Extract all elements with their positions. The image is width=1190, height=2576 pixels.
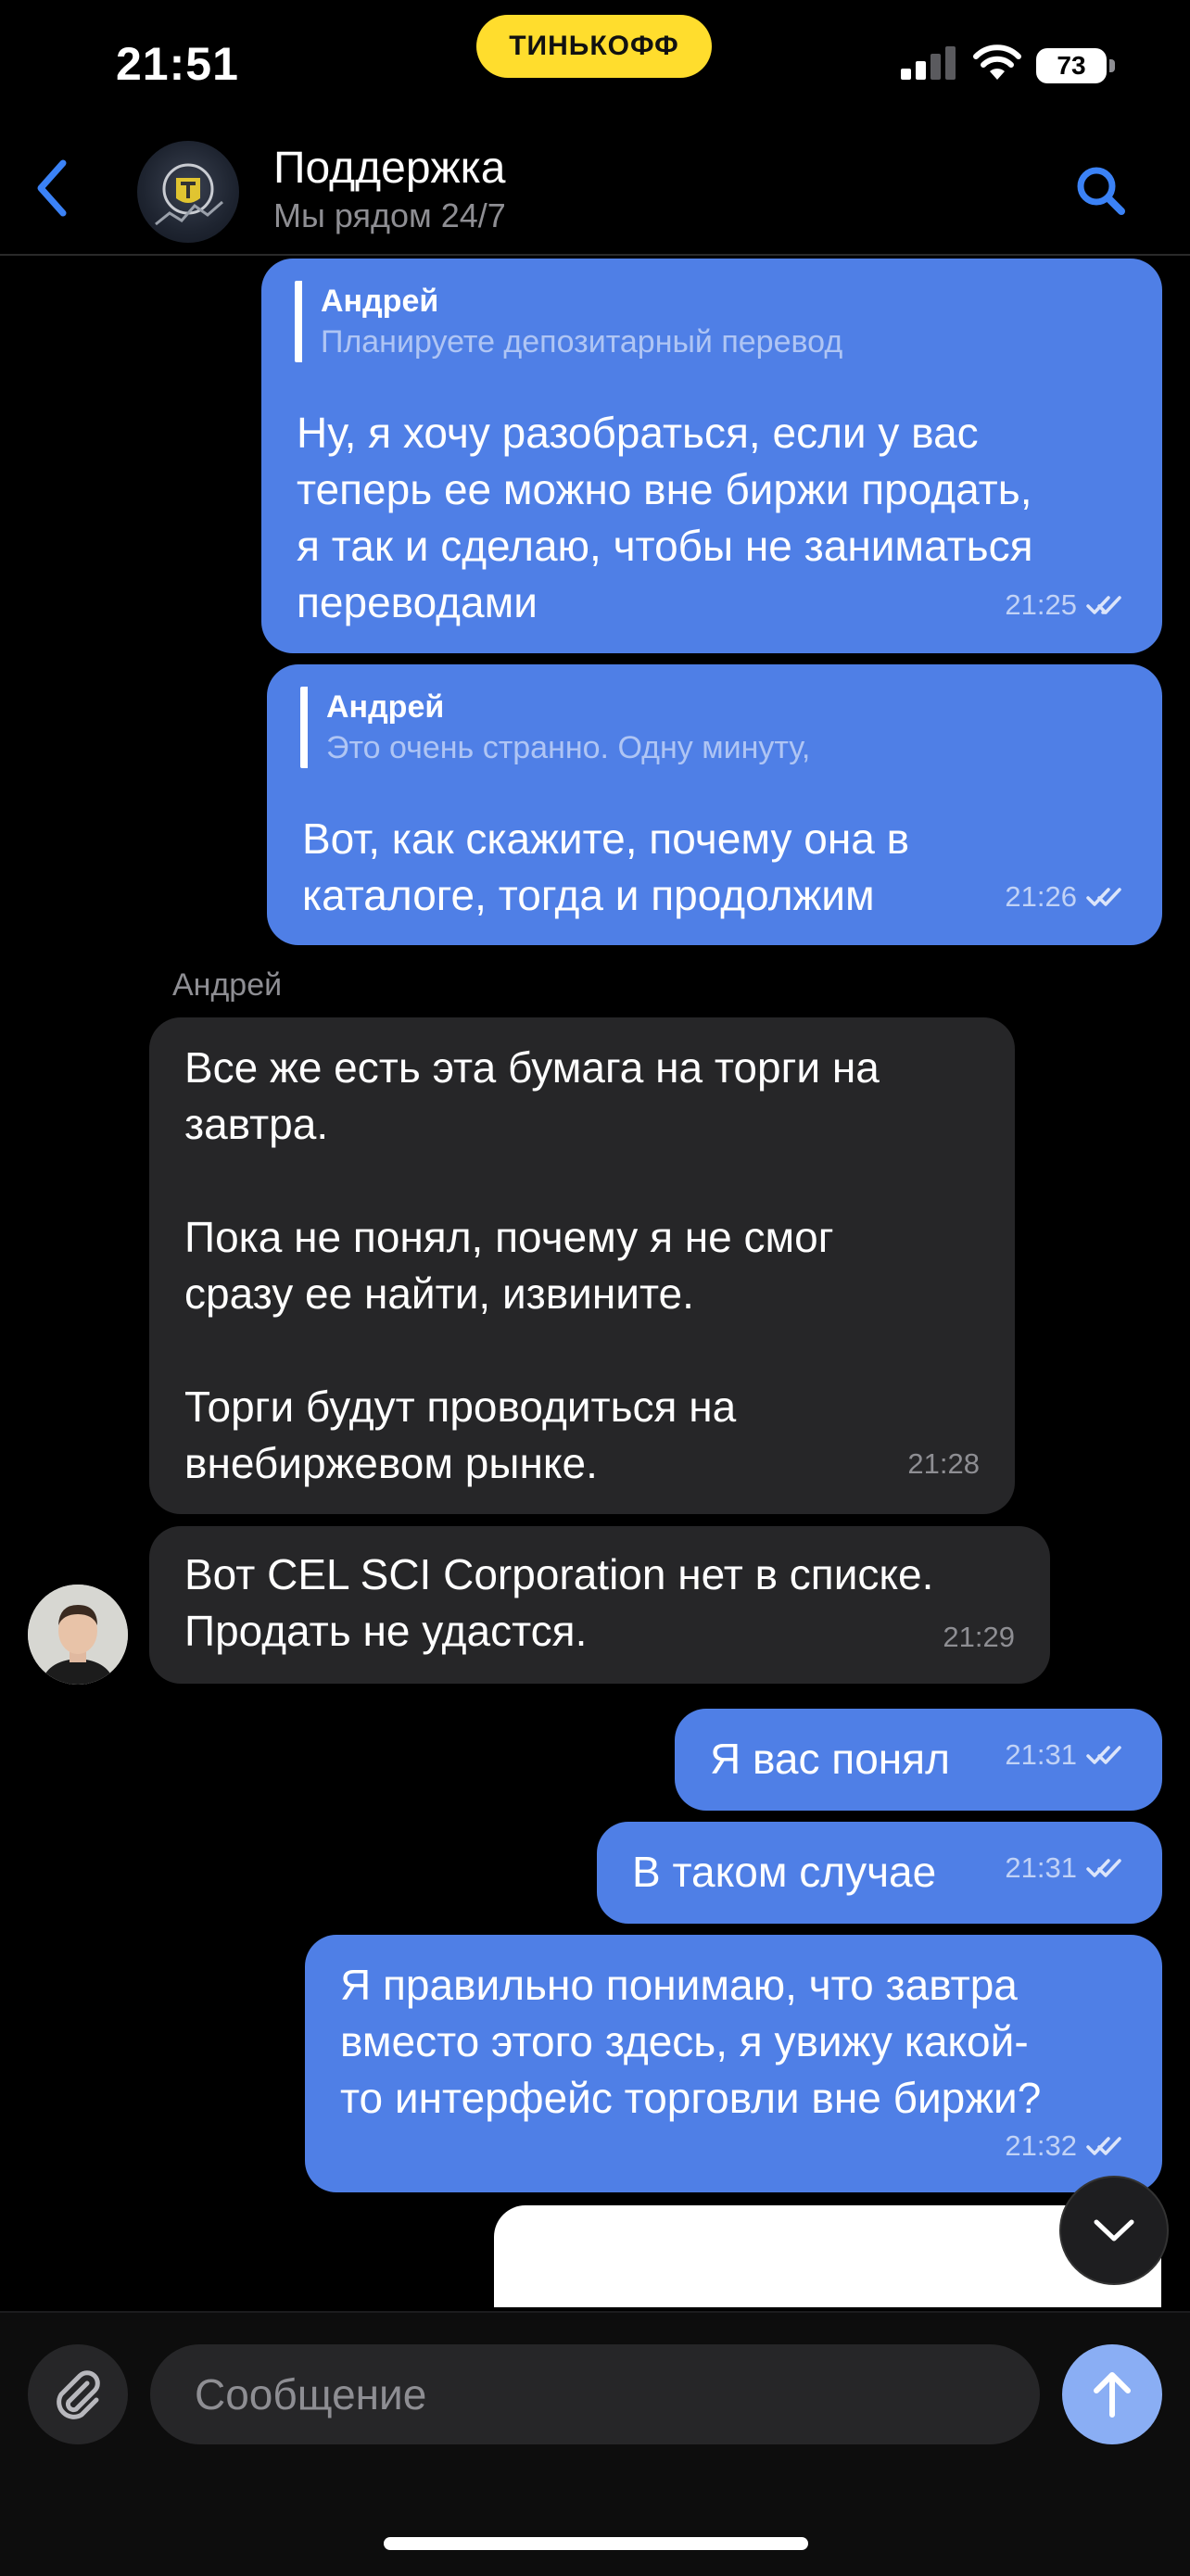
reply-author: Андрей <box>326 689 445 725</box>
outgoing-message[interactable]: Андрей Планируете депозитарный перевод Н… <box>261 259 1162 653</box>
message-time: 21:25 <box>1005 588 1077 621</box>
support-avatar[interactable] <box>137 141 239 243</box>
outgoing-message[interactable]: В таком случае 21:31 <box>597 1822 1162 1924</box>
chat-title: Поддержка <box>273 144 506 193</box>
attach-button[interactable] <box>28 2344 128 2444</box>
incoming-message[interactable]: Вот CEL SCI Corporation нет в списке. Пр… <box>149 1526 1050 1684</box>
message-text: Я правильно понимаю, что завтра вместо э… <box>340 1961 1042 2122</box>
reply-quote[interactable]: Андрей Это очень странно. Одну минуту, <box>300 687 938 768</box>
message-time: 21:26 <box>1005 880 1077 913</box>
message-time: 21:32 <box>1005 2129 1077 2162</box>
reply-snippet: Планируете депозитарный перевод <box>321 324 843 360</box>
message-time: 21:31 <box>1005 1738 1077 1771</box>
chat-subtitle: Мы рядом 24/7 <box>273 196 506 234</box>
message-meta: 21:25 <box>1005 576 1129 633</box>
message-meta: 21:26 <box>1005 868 1129 925</box>
message-meta: 21:28 <box>907 1435 980 1492</box>
outgoing-message[interactable]: Андрей Это очень странно. Одну минуту, В… <box>267 664 1162 945</box>
message-meta: 21:32 <box>1005 2117 1129 2174</box>
wifi-icon <box>973 44 1021 80</box>
chevron-down-icon <box>1094 2219 1134 2241</box>
brand-pill: ТИНЬКОФФ <box>476 15 712 78</box>
incoming-message[interactable]: Все же есть эта бумага на торги на завтр… <box>149 1017 1015 1514</box>
message-time: 21:28 <box>907 1447 980 1480</box>
message-text: Ну, я хочу разобраться, если у вас тепер… <box>297 409 1033 626</box>
double-check-icon <box>1086 595 1121 614</box>
arrow-up-icon <box>1094 2372 1131 2418</box>
message-text: Вот CEL SCI Corporation нет в списке. Пр… <box>184 1550 934 1655</box>
message-text: Я вас понял <box>710 1735 950 1783</box>
double-check-icon <box>1086 2136 1121 2155</box>
reply-quote[interactable]: Андрей Планируете депозитарный перевод <box>295 281 969 362</box>
double-check-icon <box>1086 1858 1121 1877</box>
message-time: 21:29 <box>943 1621 1015 1653</box>
outgoing-message[interactable]: Я вас понял 21:31 <box>675 1709 1162 1811</box>
battery-icon: 73 <box>1036 48 1107 83</box>
bank-emblem-icon <box>155 163 223 226</box>
cellular-signal-icon <box>901 46 956 80</box>
message-text: Все же есть эта бумага на торги на завтр… <box>184 1043 880 1487</box>
message-text: В таком случае <box>632 1848 937 1896</box>
sender-name: Андрей <box>172 967 283 1003</box>
paperclip-icon <box>57 2370 100 2419</box>
status-time: 21:51 <box>116 38 239 90</box>
person-avatar-icon <box>28 1585 128 1685</box>
message-meta: 21:31 <box>1005 1726 1129 1783</box>
reply-snippet: Это очень странно. Одну минуту, <box>326 730 811 765</box>
message-meta: 21:31 <box>1005 1839 1129 1896</box>
outgoing-message[interactable]: Я правильно понимаю, что завтра вместо э… <box>305 1935 1162 2192</box>
message-time: 21:31 <box>1005 1851 1077 1884</box>
send-button[interactable] <box>1062 2344 1162 2444</box>
double-check-icon <box>1086 1745 1121 1764</box>
message-meta: 21:29 <box>943 1609 1015 1665</box>
home-indicator <box>384 2537 808 2550</box>
scroll-down-button[interactable] <box>1059 2176 1169 2285</box>
operator-avatar[interactable] <box>28 1585 128 1685</box>
back-chevron-icon[interactable] <box>33 158 70 219</box>
battery-tip <box>1109 59 1115 72</box>
message-text: Вот, как скажите, почему она в каталоге,… <box>302 814 910 919</box>
message-input[interactable] <box>150 2344 1040 2444</box>
reply-author: Андрей <box>321 284 439 319</box>
double-check-icon <box>1086 887 1121 906</box>
search-icon[interactable] <box>1073 163 1129 219</box>
